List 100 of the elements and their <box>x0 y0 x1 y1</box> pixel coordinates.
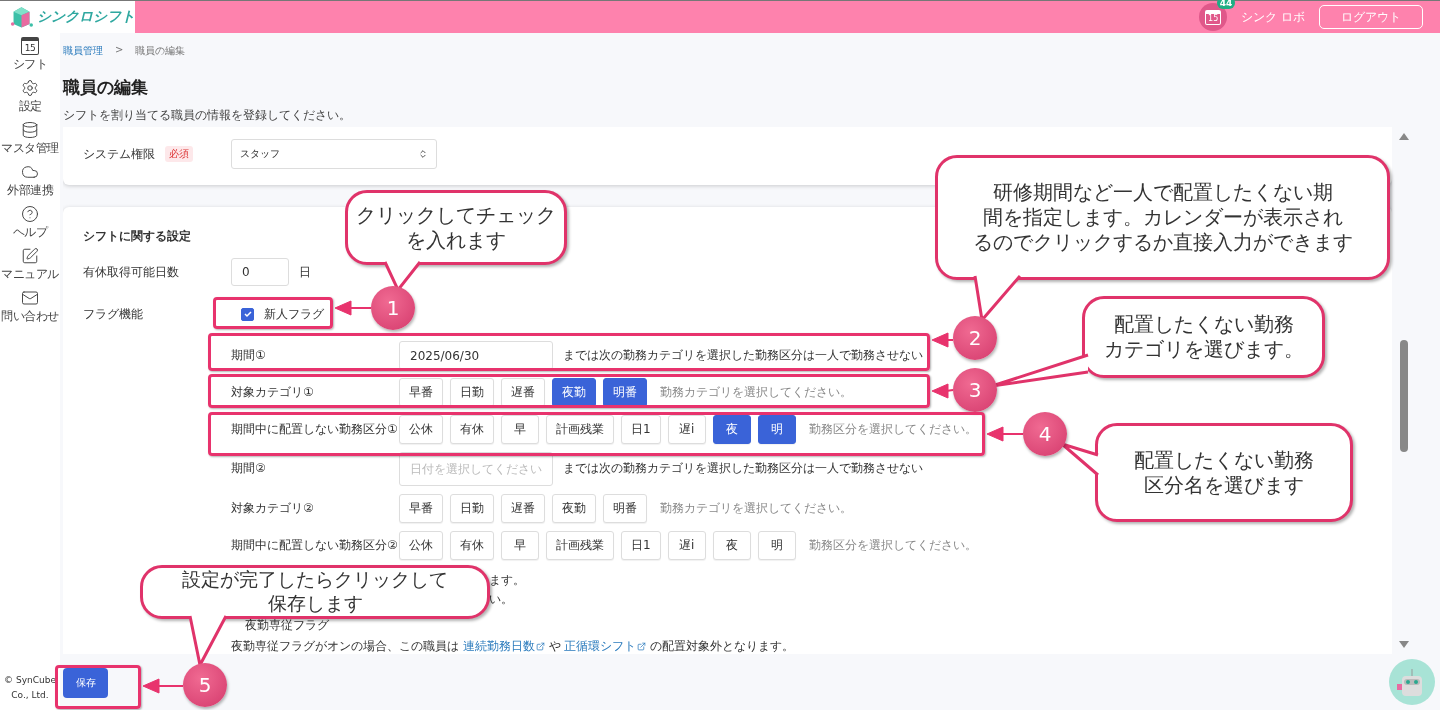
option-chip[interactable]: 遅番 <box>501 378 545 407</box>
sidebar-item[interactable]: 設定 <box>18 79 42 121</box>
callout-tail <box>975 276 1020 320</box>
section-title: シフトに関する設定 <box>83 228 191 245</box>
settings-icon <box>21 79 39 97</box>
notification-badge: 44 <box>1216 0 1236 9</box>
field-label: 期間② <box>231 460 267 477</box>
sidebar-label: マスタ管理 <box>1 140 59 157</box>
required-badge: 必須 <box>165 146 193 162</box>
sidebar-item[interactable]: 15 シフト <box>12 37 48 79</box>
unit-label: 日 <box>299 263 311 281</box>
arrow <box>932 332 953 348</box>
option-chip[interactable]: 明番 <box>603 378 647 407</box>
field-note: までは次の勤務カテゴリを選択した勤務区分は一人で勤務させない <box>563 460 923 477</box>
flag-label: 夜勤専従フラグ <box>244 617 329 634</box>
sidebar-item[interactable]: 外部連携 <box>7 163 53 205</box>
checkbox-box[interactable] <box>241 307 254 321</box>
sidebar-label: シフト <box>12 56 48 73</box>
option-chip[interactable]: 有休 <box>450 531 494 560</box>
callout: 配置したくない勤務 区分名を選びます <box>1095 423 1353 522</box>
field-label: フラグ機能 <box>83 305 144 323</box>
option-chip[interactable]: 夜 <box>712 531 751 560</box>
option-chip[interactable]: 早 <box>501 531 539 560</box>
arrow <box>932 382 953 399</box>
field-label: システム権限 必須 <box>83 145 231 163</box>
external-link-icon <box>535 642 545 651</box>
field-label: 期間① <box>231 347 267 364</box>
option-chip[interactable]: 有休 <box>450 415 494 444</box>
option-chip[interactable]: 遅i <box>667 415 706 444</box>
role-select[interactable]: スタッフ <box>231 139 437 169</box>
hint-text: 勤務区分を選択してください。 <box>808 537 977 554</box>
database-icon <box>21 121 39 139</box>
breadcrumb-separator: > <box>115 44 124 57</box>
calendar-icon: 15 <box>21 37 39 55</box>
robot-avatar-icon[interactable] <box>1389 659 1435 705</box>
option-chip[interactable]: 夜 <box>712 415 751 444</box>
date-field[interactable]: 2025/06/30 <box>399 341 553 370</box>
help-link[interactable]: 連続勤務日数 <box>462 638 545 654</box>
option-chip[interactable]: 遅i <box>667 531 706 560</box>
callout: クリックしてチェック を入れます <box>345 190 567 265</box>
sidebar-label: ヘルプ <box>12 224 48 241</box>
hint-text: 勤務区分を選択してください。 <box>808 421 977 438</box>
option-chip[interactable]: 明 <box>757 531 796 560</box>
page-title: 職員の編集 <box>63 76 149 99</box>
help-link[interactable]: 正循環シフト <box>564 638 647 654</box>
option-chip[interactable]: 日1 <box>621 531 661 560</box>
option-chip[interactable]: 公休 <box>399 531 443 560</box>
option-chip[interactable]: 夜勤 <box>552 378 596 407</box>
callout: 研修期間など一人で配置したくない期 間を指定します。カレンダーが表示され るのでクリックするか直接入力ができます <box>935 155 1390 280</box>
sidebar-item[interactable]: マニュアル <box>1 247 59 289</box>
field-label: 期間中に配置しない勤務区分① <box>231 421 399 438</box>
note-text: い。 <box>489 591 514 608</box>
option-chip[interactable]: 日1 <box>621 415 661 444</box>
sidebar-item[interactable]: 問い合わせ <box>1 289 59 331</box>
option-chip[interactable]: 遅番 <box>501 494 545 523</box>
hint-text: 勤務カテゴリを選択してください。 <box>660 384 852 401</box>
option-chip[interactable]: 日勤 <box>450 494 494 523</box>
option-chip[interactable]: 早番 <box>399 494 443 523</box>
number-field[interactable]: 0 <box>231 258 289 286</box>
mail-icon <box>21 289 39 307</box>
note-text: ます。 <box>489 572 526 589</box>
checkbox[interactable]: 新人フラグ <box>231 305 328 323</box>
callout: 配置したくない勤務 カテゴリを選びます。 <box>1082 296 1325 378</box>
field-label: 対象カテゴリ① <box>231 384 315 401</box>
option-chip[interactable]: 早番 <box>399 378 443 407</box>
option-chip[interactable]: 夜勤 <box>552 494 596 523</box>
option-chip[interactable]: 計画残業 <box>546 415 614 444</box>
flag-description: 夜勤専従フラグがオンの場合、この職員は 連続勤務日数 や 正循環シフト の配置対象外となります。 <box>231 638 795 654</box>
option-chip[interactable]: 明 <box>757 415 796 444</box>
logo-text: シンクロシフト <box>37 8 135 26</box>
field-label: 対象カテゴリ② <box>231 500 315 517</box>
page-description: シフトを割り当てる職員の情報を登録してください。 <box>63 107 352 123</box>
sidebar-label: 問い合わせ <box>1 308 59 325</box>
option-chip[interactable]: 早 <box>501 415 539 444</box>
sidebar-label: 設定 <box>18 98 42 115</box>
updown-icon <box>418 149 428 159</box>
sidebar-item[interactable]: マスタ管理 <box>1 121 59 163</box>
sidebar-label: 外部連携 <box>7 182 53 199</box>
field-label: 有休取得可能日数 <box>83 263 180 281</box>
help-icon <box>21 205 39 223</box>
edit-icon <box>21 247 39 265</box>
callout-tail <box>1062 444 1098 475</box>
external-link-icon <box>637 642 647 651</box>
save-button[interactable]: 保存 <box>63 668 108 698</box>
sidebar-item[interactable]: ヘルプ <box>12 205 48 247</box>
cloud-icon <box>21 163 39 181</box>
arrow <box>987 426 1023 442</box>
hint-text: 勤務カテゴリを選択してください。 <box>660 500 852 517</box>
copyright-text: © SynCube Co., Ltd. <box>3 674 57 702</box>
field-label: 期間中に配置しない勤務区分② <box>231 537 399 554</box>
breadcrumb-link[interactable]: 職員管理 <box>63 44 103 58</box>
user-name: シンク ロボ <box>1241 8 1305 26</box>
field-note: までは次の勤務カテゴリを選択した勤務区分は一人で勤務させない <box>563 347 923 364</box>
option-chip[interactable]: 日勤 <box>450 378 494 407</box>
arrow <box>143 678 183 694</box>
arrow <box>335 300 371 316</box>
option-chip[interactable]: 明番 <box>603 494 647 523</box>
sidebar-label: マニュアル <box>1 266 59 283</box>
option-chip[interactable]: 計画残業 <box>546 531 614 560</box>
option-chip[interactable]: 公休 <box>399 415 443 444</box>
